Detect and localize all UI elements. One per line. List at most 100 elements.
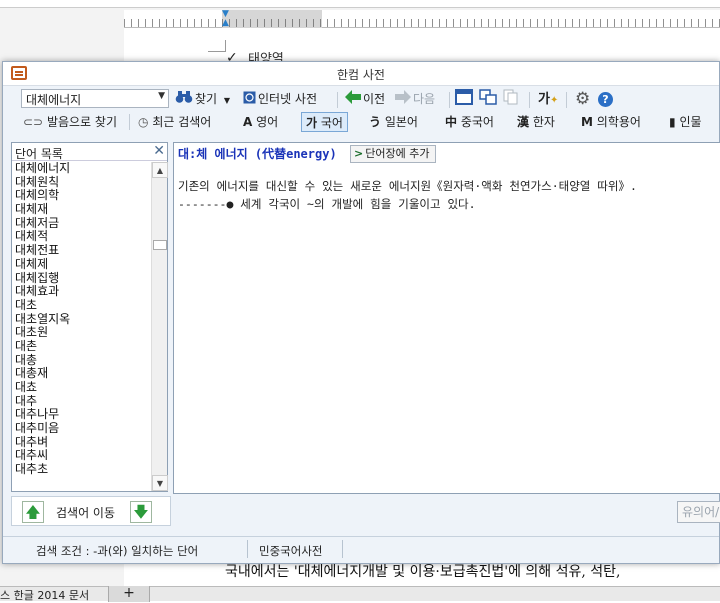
next-button[interactable]: 다음 — [395, 89, 435, 109]
chevron-right-icon: > — [354, 147, 364, 160]
hanja-dict-label: 한자 — [532, 115, 555, 129]
help-button[interactable]: ? — [598, 89, 613, 109]
ruler-indent-marker[interactable]: ▼ ▲ — [222, 10, 230, 28]
status-bar: 검색 조건 : -과(와) 일치하는 단어 민중국어사전 — [3, 536, 719, 562]
korean-dict-label: 국어 — [320, 116, 343, 130]
list-item[interactable]: 대체원칙 — [15, 175, 149, 190]
font-size-button[interactable]: 가✦ — [538, 89, 558, 109]
list-item[interactable]: 대체집행 — [15, 271, 149, 286]
list-item[interactable]: 대추 — [15, 394, 149, 409]
window-layout-icon — [455, 89, 473, 105]
chinese-dict-label: 중국어 — [460, 115, 494, 129]
toolbar-separator — [566, 92, 567, 108]
medical-dict-button[interactable]: M 의학용어 — [581, 112, 641, 132]
list-item[interactable]: 대체재 — [15, 202, 149, 217]
prev-button[interactable]: 이전 — [345, 89, 385, 109]
single-view-button[interactable] — [455, 89, 473, 109]
internet-dictionary-label: 인터넷 사전 — [258, 92, 318, 106]
definition-pane: 대:체 에너지 (代替energy) > 단어장에 추가 기존의 에너지를 대신할… — [173, 142, 720, 494]
document-body-text: 국내에서는 '대체에너지개발 및 이용·보급촉진법'에 의해 석유, 석탄, — [225, 564, 621, 580]
word-list-title: 단어 목록 — [15, 147, 63, 161]
word-list-scrollbar[interactable]: ▲ ▼ — [151, 162, 168, 491]
arrow-down-icon: 🡇 — [133, 503, 149, 521]
status-divider — [342, 540, 343, 558]
ruler-ticks — [124, 19, 720, 27]
help-icon: ? — [598, 92, 613, 107]
korean-dict-button[interactable]: 가 국어 — [301, 112, 348, 132]
prev-label: 이전 — [363, 92, 386, 106]
add-to-wordbook-button[interactable]: > 단어장에 추가 — [350, 145, 437, 163]
split-window-icon — [479, 89, 497, 105]
definition-body: 기존의 에너지를 대신할 수 있는 새로운 에너지원《원자력·액화 천연가스·태… — [178, 177, 637, 213]
toolbar-separator — [449, 92, 450, 108]
previous-search-button[interactable]: 🡅 — [22, 501, 44, 523]
chevron-down-icon[interactable]: ▼ — [158, 91, 165, 101]
arrow-right-icon — [395, 89, 411, 110]
list-item[interactable]: 대추나무 — [15, 408, 149, 422]
dictionary-name: 민중국어사전 — [259, 544, 323, 558]
search-input-value: 대체에너지 — [26, 93, 82, 107]
list-item[interactable]: 대추미음 — [15, 421, 149, 436]
settings-button[interactable]: ⚙ — [575, 89, 590, 109]
english-dict-button[interactable]: A 영어 — [243, 112, 278, 132]
scroll-up-icon[interactable]: ▲ — [152, 162, 168, 178]
hanja-dict-button[interactable]: 漢 한자 — [517, 112, 555, 132]
list-item[interactable]: 대초원 — [15, 326, 149, 340]
korean-char-icon: 가 — [538, 92, 550, 107]
list-item[interactable]: 대총재 — [15, 367, 149, 381]
toolbar-separator — [529, 92, 530, 108]
headword: 대:체 에너지 (代替energy) — [178, 147, 337, 161]
arrow-left-icon — [345, 89, 361, 110]
search-condition: 검색 조건 : -과(와) 일치하는 단어 — [36, 544, 199, 558]
title-bar[interactable]: 한컴 사전 — [3, 62, 719, 86]
japanese-dict-label: 일본어 — [384, 115, 418, 129]
find-label: 찾기 — [195, 92, 218, 106]
next-search-button[interactable]: 🡇 — [130, 501, 152, 523]
list-item[interactable]: 대추벼 — [15, 435, 149, 450]
toolbar-separator — [337, 92, 338, 108]
dictionary-window: 한컴 사전 대체에너지 ▼ 찾기 ▼ 인터넷 사전 이전 다음 가✦ ⚙ ? ⊂… — [2, 61, 720, 564]
synonym-button[interactable]: 유의어/ — [677, 501, 720, 523]
add-to-wordbook-label: 단어장에 추가 — [365, 147, 430, 160]
chevron-down-icon[interactable]: ▼ — [224, 96, 230, 105]
list-item[interactable]: 대체제 — [15, 257, 149, 272]
scrollbar-thumb[interactable] — [153, 240, 167, 250]
chinese-dict-button[interactable]: 中 중국어 — [445, 112, 494, 132]
copy-button[interactable] — [503, 89, 519, 109]
internet-dictionary-button[interactable]: 인터넷 사전 — [243, 89, 317, 109]
recent-searches-button[interactable]: ◷ 최근 검색어 — [138, 112, 211, 132]
hanja-char-icon: 漢 — [517, 115, 530, 129]
find-button[interactable]: 찾기 ▼ — [175, 89, 230, 109]
list-item[interactable]: 대체효과 — [15, 284, 149, 299]
list-item[interactable]: 대체의학 — [15, 189, 149, 203]
definition-text: 기존의 에너지를 대신할 수 있는 새로운 에너지원《원자력·액화 천연가스·태… — [178, 179, 637, 193]
list-item[interactable]: 대추초 — [15, 462, 149, 477]
japanese-char-icon: う — [369, 115, 382, 129]
list-item[interactable]: 대추씨 — [15, 449, 149, 463]
pronounce-search-label: 발음으로 찾기 — [46, 115, 117, 129]
japanese-dict-button[interactable]: う 일본어 — [369, 112, 418, 132]
copy-icon — [503, 89, 518, 105]
scroll-down-icon[interactable]: ▼ — [152, 475, 168, 491]
split-view-button[interactable] — [479, 89, 497, 109]
list-item[interactable]: 대초 — [15, 298, 149, 313]
example-sentence: -------● 세계 각국이 ~의 개발에 힘을 기울이고 있다. — [178, 197, 476, 211]
list-item[interactable]: 대체전표 — [15, 243, 149, 258]
close-icon[interactable]: ✕ — [153, 143, 165, 159]
search-navigation: 🡅 검색어 이동 🡇 — [11, 496, 171, 526]
list-item[interactable]: 대체적 — [15, 230, 149, 244]
search-navigation-label: 검색어 이동 — [56, 506, 116, 520]
list-item[interactable]: 대촌 — [15, 339, 149, 354]
list-item[interactable]: 대체에너지 — [15, 162, 149, 176]
list-item[interactable]: 대쵸 — [15, 380, 149, 395]
list-item[interactable]: 대체저금 — [15, 216, 149, 231]
list-item[interactable]: 대총 — [15, 353, 149, 368]
add-tab-button[interactable]: + — [108, 586, 150, 602]
medical-dict-label: 의학용어 — [596, 115, 641, 129]
people-dict-button[interactable]: ▮ 인물 — [669, 112, 702, 132]
word-list-header: 단어 목록 ✕ — [12, 143, 167, 161]
list-item[interactable]: 대초열지옥 — [15, 312, 149, 327]
search-input[interactable]: 대체에너지 ▼ — [21, 89, 169, 108]
pronounce-search-button[interactable]: ⊂⊃ 발음으로 찾기 — [23, 112, 117, 132]
horizontal-ruler[interactable]: ▼ ▲ — [124, 10, 720, 28]
